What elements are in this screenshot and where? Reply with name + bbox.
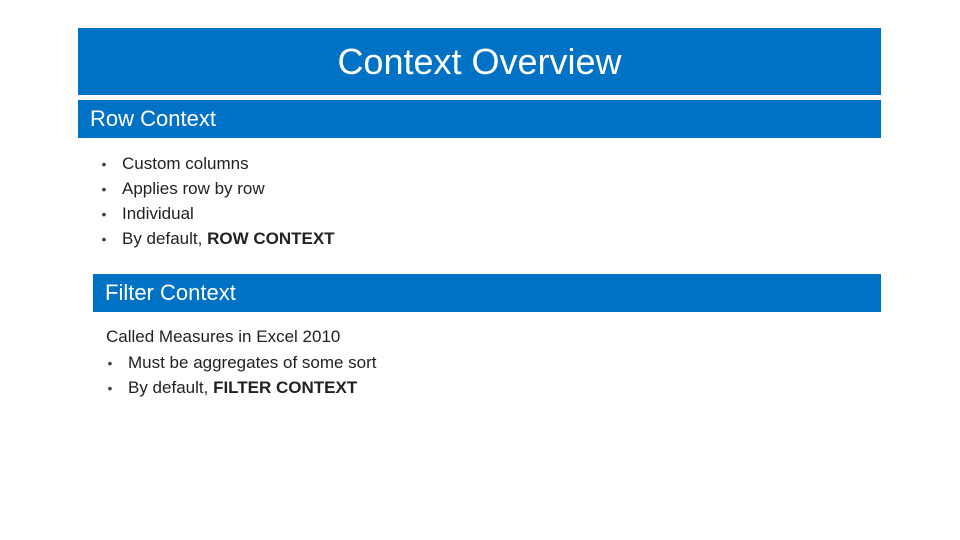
list-item-text: Custom columns [122, 153, 881, 176]
bullet-list-filter-context: Called Measures in Excel 2010 • Must be … [78, 312, 881, 415]
bullet-icon: • [100, 153, 108, 176]
list-item-prefix: By default, [122, 229, 207, 248]
list-item-text: Individual [122, 203, 881, 226]
bullet-icon: • [100, 228, 108, 251]
list-item: • By default, ROW CONTEXT [100, 227, 881, 252]
section-band-row-context: Row Context [78, 100, 881, 138]
list-item-bold: FILTER CONTEXT [213, 378, 357, 397]
slide-frame: Context Overview Row Context • Custom co… [78, 28, 881, 415]
bullet-icon: • [106, 352, 114, 375]
bullet-icon: • [100, 178, 108, 201]
title-band: Context Overview [78, 28, 881, 100]
list-item-text: Applies row by row [122, 178, 881, 201]
bullet-icon: • [100, 203, 108, 226]
bullet-list-row-context: • Custom columns • Applies row by row • … [78, 138, 881, 266]
section-label: Filter Context [105, 280, 236, 306]
list-item-text: By default, ROW CONTEXT [122, 228, 881, 251]
slide-title: Context Overview [337, 41, 621, 83]
list-item: • Applies row by row [100, 177, 881, 202]
lead-text: Called Measures in Excel 2010 [106, 326, 881, 349]
list-item: • Custom columns [100, 152, 881, 177]
section-band-filter-context: Filter Context [93, 274, 881, 312]
bullet-icon: • [106, 377, 114, 400]
section-label: Row Context [90, 106, 216, 132]
list-item: • By default, FILTER CONTEXT [106, 376, 881, 401]
list-item-text: By default, FILTER CONTEXT [128, 377, 881, 400]
list-item: • Must be aggregates of some sort [106, 351, 881, 376]
list-item-bold: ROW CONTEXT [207, 229, 335, 248]
list-item: • Individual [100, 202, 881, 227]
list-item-text: Must be aggregates of some sort [128, 352, 881, 375]
list-item-prefix: By default, [128, 378, 213, 397]
